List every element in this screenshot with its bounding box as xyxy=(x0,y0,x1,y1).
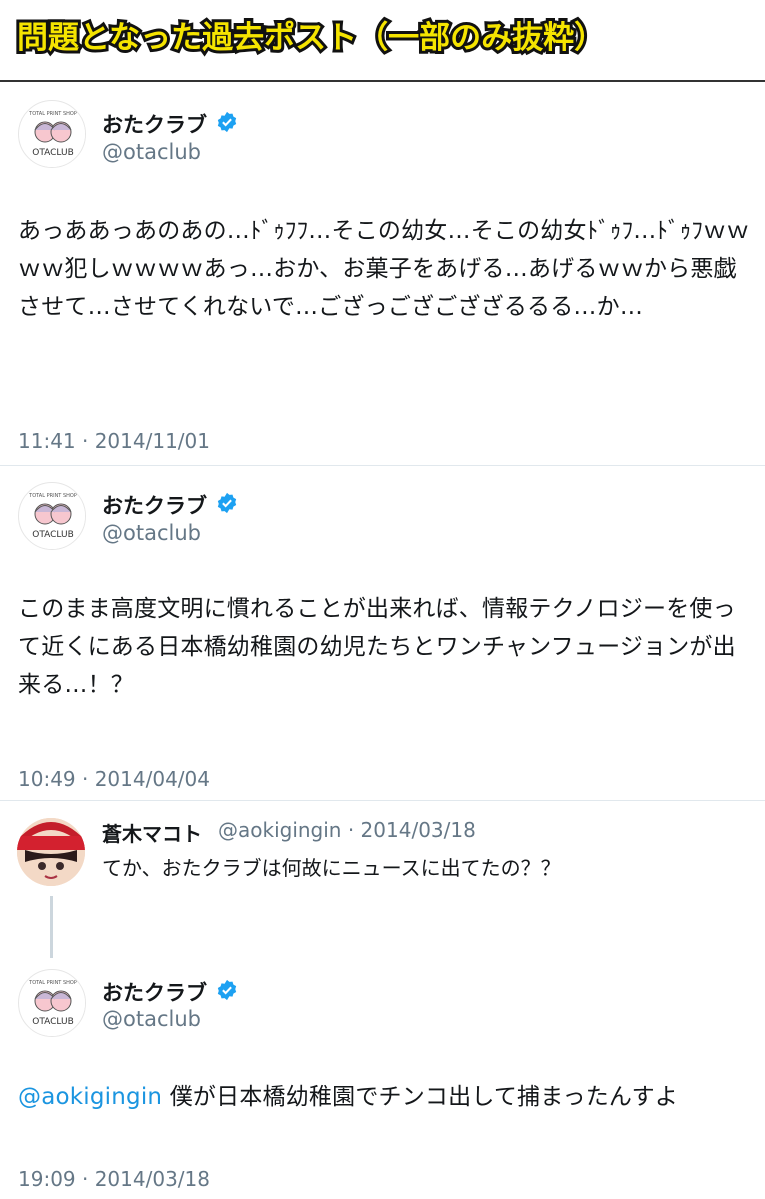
reply-text: てか、おたクラブは何故にニュースに出てたの？？ xyxy=(102,856,561,880)
replier-name[interactable]: 蒼木マコト xyxy=(102,818,202,847)
avatar-text-bottom: OTACLUB xyxy=(32,1017,74,1027)
verified-badge-icon xyxy=(217,979,237,1001)
post-text: あっああっあのあの…ﾄﾞｩﾌﾌ…そこの幼女…そこの幼女ﾄﾞｩﾌ…ﾄﾞｩﾌｗｗｗｗ… xyxy=(18,218,750,320)
otaclub-logo-icon: TOTAL PRINT SHOP OTACLUB xyxy=(20,971,85,1036)
header-banner: 問題となった過去ポスト（一部のみ抜粋） xyxy=(0,0,765,82)
post-timestamp[interactable]: 10:49 · 2014/04/04 xyxy=(18,767,210,791)
account-handle[interactable]: @otaclub xyxy=(102,521,201,545)
post-text: このまま高度文明に慣れることが出来れば、情報テクノロジーを使って近くにある日本橋… xyxy=(18,596,736,698)
account-avatar[interactable]: TOTAL PRINT SHOP OTACLUB xyxy=(18,969,86,1037)
account-handle[interactable]: @otaclub xyxy=(102,140,201,164)
post-text: @aokigingin 僕が日本橋幼稚園でチンコ出して捕まったんすよ xyxy=(18,1078,753,1116)
banner-divider xyxy=(0,80,765,82)
otaclub-logo-icon: TOTAL PRINT SHOP OTACLUB xyxy=(20,484,85,549)
mention-link[interactable]: @aokigingin xyxy=(18,1084,162,1110)
post-timestamp[interactable]: 19:09 · 2014/03/18 xyxy=(18,1167,210,1191)
replier-handle-date[interactable]: @aokigingin · 2014/03/18 xyxy=(218,818,476,842)
verified-badge-icon xyxy=(217,492,237,514)
post-text-body: 僕が日本橋幼稚園でチンコ出して捕まったんすよ xyxy=(162,1084,679,1110)
avatar-text-top: TOTAL PRINT SHOP xyxy=(28,493,77,499)
account-avatar[interactable]: TOTAL PRINT SHOP OTACLUB xyxy=(18,100,86,168)
account-name[interactable]: おたクラブ xyxy=(102,109,207,139)
avatar-text-top: TOTAL PRINT SHOP xyxy=(28,111,77,117)
avatar-text-bottom: OTACLUB xyxy=(32,530,74,540)
verified-badge-icon xyxy=(217,111,237,133)
post-timestamp[interactable]: 11:41 · 2014/11/01 xyxy=(18,429,210,453)
anime-character-avatar-icon xyxy=(17,818,85,886)
otaclub-logo-icon: TOTAL PRINT SHOP OTACLUB xyxy=(20,102,85,167)
replier-avatar[interactable] xyxy=(17,818,85,886)
banner-title: 問題となった過去ポスト（一部のみ抜粋） xyxy=(14,17,608,59)
thread-connector xyxy=(50,896,53,958)
account-avatar[interactable]: TOTAL PRINT SHOP OTACLUB xyxy=(18,482,86,550)
account-handle[interactable]: @otaclub xyxy=(102,1007,201,1031)
post-divider xyxy=(0,800,765,801)
post-divider xyxy=(0,465,765,466)
account-name[interactable]: おたクラブ xyxy=(102,490,207,520)
avatar-text-bottom: OTACLUB xyxy=(32,148,74,158)
account-name[interactable]: おたクラブ xyxy=(102,977,207,1007)
avatar-text-top: TOTAL PRINT SHOP xyxy=(28,980,77,986)
